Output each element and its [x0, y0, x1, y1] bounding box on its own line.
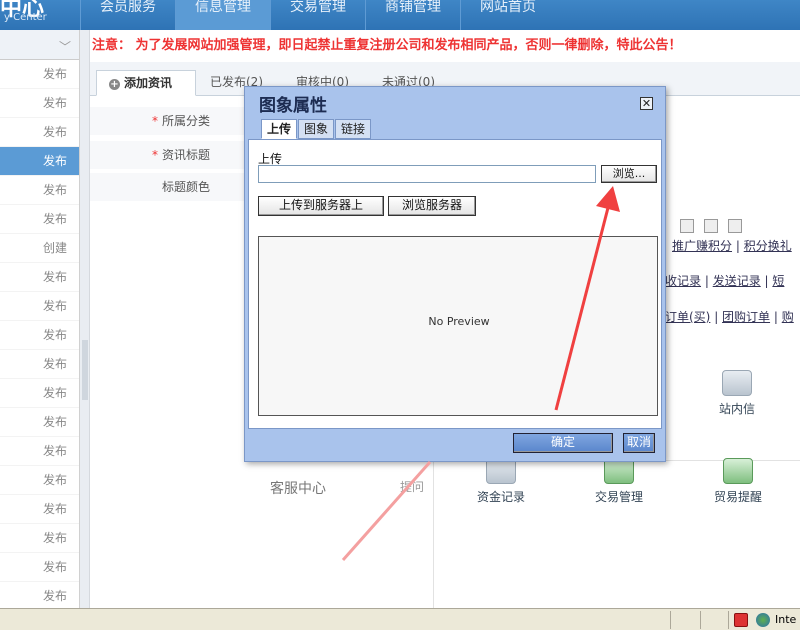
link-orders-buy[interactable]: 订单(买) [665, 310, 710, 324]
editor-toolbar-fragment [670, 215, 800, 239]
sidebar-item[interactable]: 发布 [0, 118, 79, 147]
browse-server-button[interactable]: 浏览服务器 [388, 196, 476, 216]
image-preview: No Preview [258, 236, 658, 416]
preview-placeholder: No Preview [428, 315, 490, 328]
link-received[interactable]: 收记录 [665, 274, 701, 288]
splitter-handle[interactable] [82, 340, 88, 400]
feature-trade[interactable]: 交易管理 [579, 458, 659, 505]
sidebar-item[interactable]: 发布 [0, 437, 79, 466]
links-row-3: 订单(买) | 团购订单 | 购 [665, 310, 794, 324]
sidebar-item[interactable]: 发布 [0, 495, 79, 524]
tab-add-news[interactable]: + 添加资讯 [96, 70, 196, 96]
link-promo-points[interactable]: 推广赚积分 [672, 239, 732, 253]
nav-shop-management[interactable]: 商铺管理 [365, 0, 460, 30]
link-group-orders[interactable]: 团购订单 [722, 310, 770, 324]
sidebar-item[interactable]: 发布 [0, 205, 79, 234]
file-path-input[interactable] [258, 165, 596, 183]
sidebar: ﹀ 发布 发布 发布 发布 发布 发布 创建 发布 发布 发布 发布 发布 发布… [0, 30, 80, 611]
link-sent[interactable]: 发送记录 [713, 274, 761, 288]
status-divider [700, 611, 701, 629]
browser-status-bar: Inte [0, 608, 800, 630]
sidebar-item[interactable]: 发布 [0, 524, 79, 553]
sidebar-header: ﹀ [0, 30, 79, 60]
dialog-body: 上传 浏览... 上传到服务器上 浏览服务器 No Preview [248, 139, 662, 429]
form-label-title-color: 标题颜色 [90, 173, 250, 202]
chevron-down-icon[interactable]: ﹀ [59, 38, 71, 55]
sidebar-item[interactable]: 发布 [0, 408, 79, 437]
top-nav-bar: 中心 y Center 会员服务 信息管理 交易管理 商铺管理 网站首页 [0, 0, 800, 30]
ok-button[interactable]: 确定 [513, 433, 613, 453]
sidebar-item[interactable]: 发布 [0, 89, 79, 118]
links-row-2: 收记录 | 发送记录 | 短 [665, 274, 785, 288]
form-label-title: * 资讯标题 [90, 141, 250, 170]
dialog-tab-link[interactable]: 链接 [335, 119, 372, 139]
attach-icon[interactable] [704, 219, 718, 233]
sidebar-item[interactable]: 发布 [0, 553, 79, 582]
link-points-gift[interactable]: 积分换礼 [744, 239, 792, 253]
image-properties-dialog: 图象属性 ✕ 上传 图象 链接 上传 浏览... 上传到服务器上 浏览服务器 N… [244, 86, 666, 462]
sidebar-item[interactable]: 创建 [0, 234, 79, 263]
feature-trade-reminder[interactable]: 贸易提醒 [698, 458, 778, 505]
sidebar-item[interactable]: 发布 [0, 582, 79, 611]
service-ask-link[interactable]: 提问 [400, 478, 424, 495]
browse-button[interactable]: 浏览... [601, 165, 657, 183]
sidebar-item[interactable]: 发布 [0, 292, 79, 321]
status-divider [728, 611, 729, 629]
title-label: 资讯标题 [161, 148, 210, 162]
link-purchase[interactable]: 购 [782, 310, 794, 324]
required-mark: * [151, 114, 158, 128]
sidebar-item[interactable]: 发布 [0, 263, 79, 292]
feature-messages-label: 站内信 [718, 402, 755, 416]
logo-subtitle: y Center [4, 12, 47, 23]
feature-reminder-label: 贸易提醒 [713, 490, 762, 504]
close-icon[interactable]: ✕ [640, 97, 653, 110]
form-label-category: * 所属分类 [90, 107, 250, 136]
zone-label: Inte [775, 613, 797, 626]
main-nav: 会员服务 信息管理 交易管理 商铺管理 网站首页 [80, 0, 555, 30]
notice-banner: 注意： 为了发展网站加强管理，即日起禁止重复注册公司和发布相同产品，否则一律删除… [92, 38, 682, 53]
category-label: 所属分类 [161, 114, 210, 128]
sidebar-list: 发布 发布 发布 发布 发布 发布 创建 发布 发布 发布 发布 发布 发布 发… [0, 60, 79, 611]
sidebar-item[interactable]: 发布 [0, 350, 79, 379]
nav-member-service[interactable]: 会员服务 [80, 0, 175, 30]
plus-icon: + [109, 79, 120, 90]
feature-messages[interactable]: 站内信 [697, 370, 777, 417]
dialog-title: 图象属性 [259, 96, 327, 116]
nav-info-management[interactable]: 信息管理 [175, 0, 270, 30]
align-icon[interactable] [680, 219, 694, 233]
sidebar-item-active[interactable]: 发布 [0, 147, 79, 176]
dialog-tab-image[interactable]: 图象 [298, 119, 335, 139]
upload-to-server-button[interactable]: 上传到服务器上 [258, 196, 384, 216]
nav-trade-management[interactable]: 交易管理 [270, 0, 365, 30]
sidebar-item[interactable]: 发布 [0, 379, 79, 408]
dialog-tabs: 上传 图象 链接 [261, 119, 372, 139]
required-mark: * [151, 148, 158, 162]
sidebar-splitter[interactable] [80, 30, 90, 610]
nav-site-home[interactable]: 网站首页 [460, 0, 555, 30]
popup-blocked-icon[interactable] [734, 613, 748, 627]
internet-zone-icon [756, 613, 770, 627]
reminder-icon [723, 458, 753, 484]
dialog-tab-upload[interactable]: 上传 [261, 119, 298, 139]
feature-trade-label: 交易管理 [594, 490, 643, 504]
image-icon[interactable] [728, 219, 742, 233]
status-divider [670, 611, 671, 629]
cancel-button[interactable]: 取消 [623, 433, 655, 453]
sidebar-item[interactable]: 发布 [0, 466, 79, 495]
link-short[interactable]: 短 [772, 274, 784, 288]
feature-funds[interactable]: 资金记录 [461, 458, 541, 505]
service-center-title: 客服中心 [270, 481, 326, 497]
sidebar-item[interactable]: 发布 [0, 60, 79, 89]
tab-add-news-label: 添加资讯 [124, 76, 173, 90]
sidebar-item[interactable]: 发布 [0, 321, 79, 350]
feature-funds-label: 资金记录 [476, 490, 525, 504]
sidebar-item[interactable]: 发布 [0, 176, 79, 205]
printer-icon [722, 370, 752, 396]
links-row-1: 推广赚积分 | 积分换礼 [672, 239, 792, 253]
